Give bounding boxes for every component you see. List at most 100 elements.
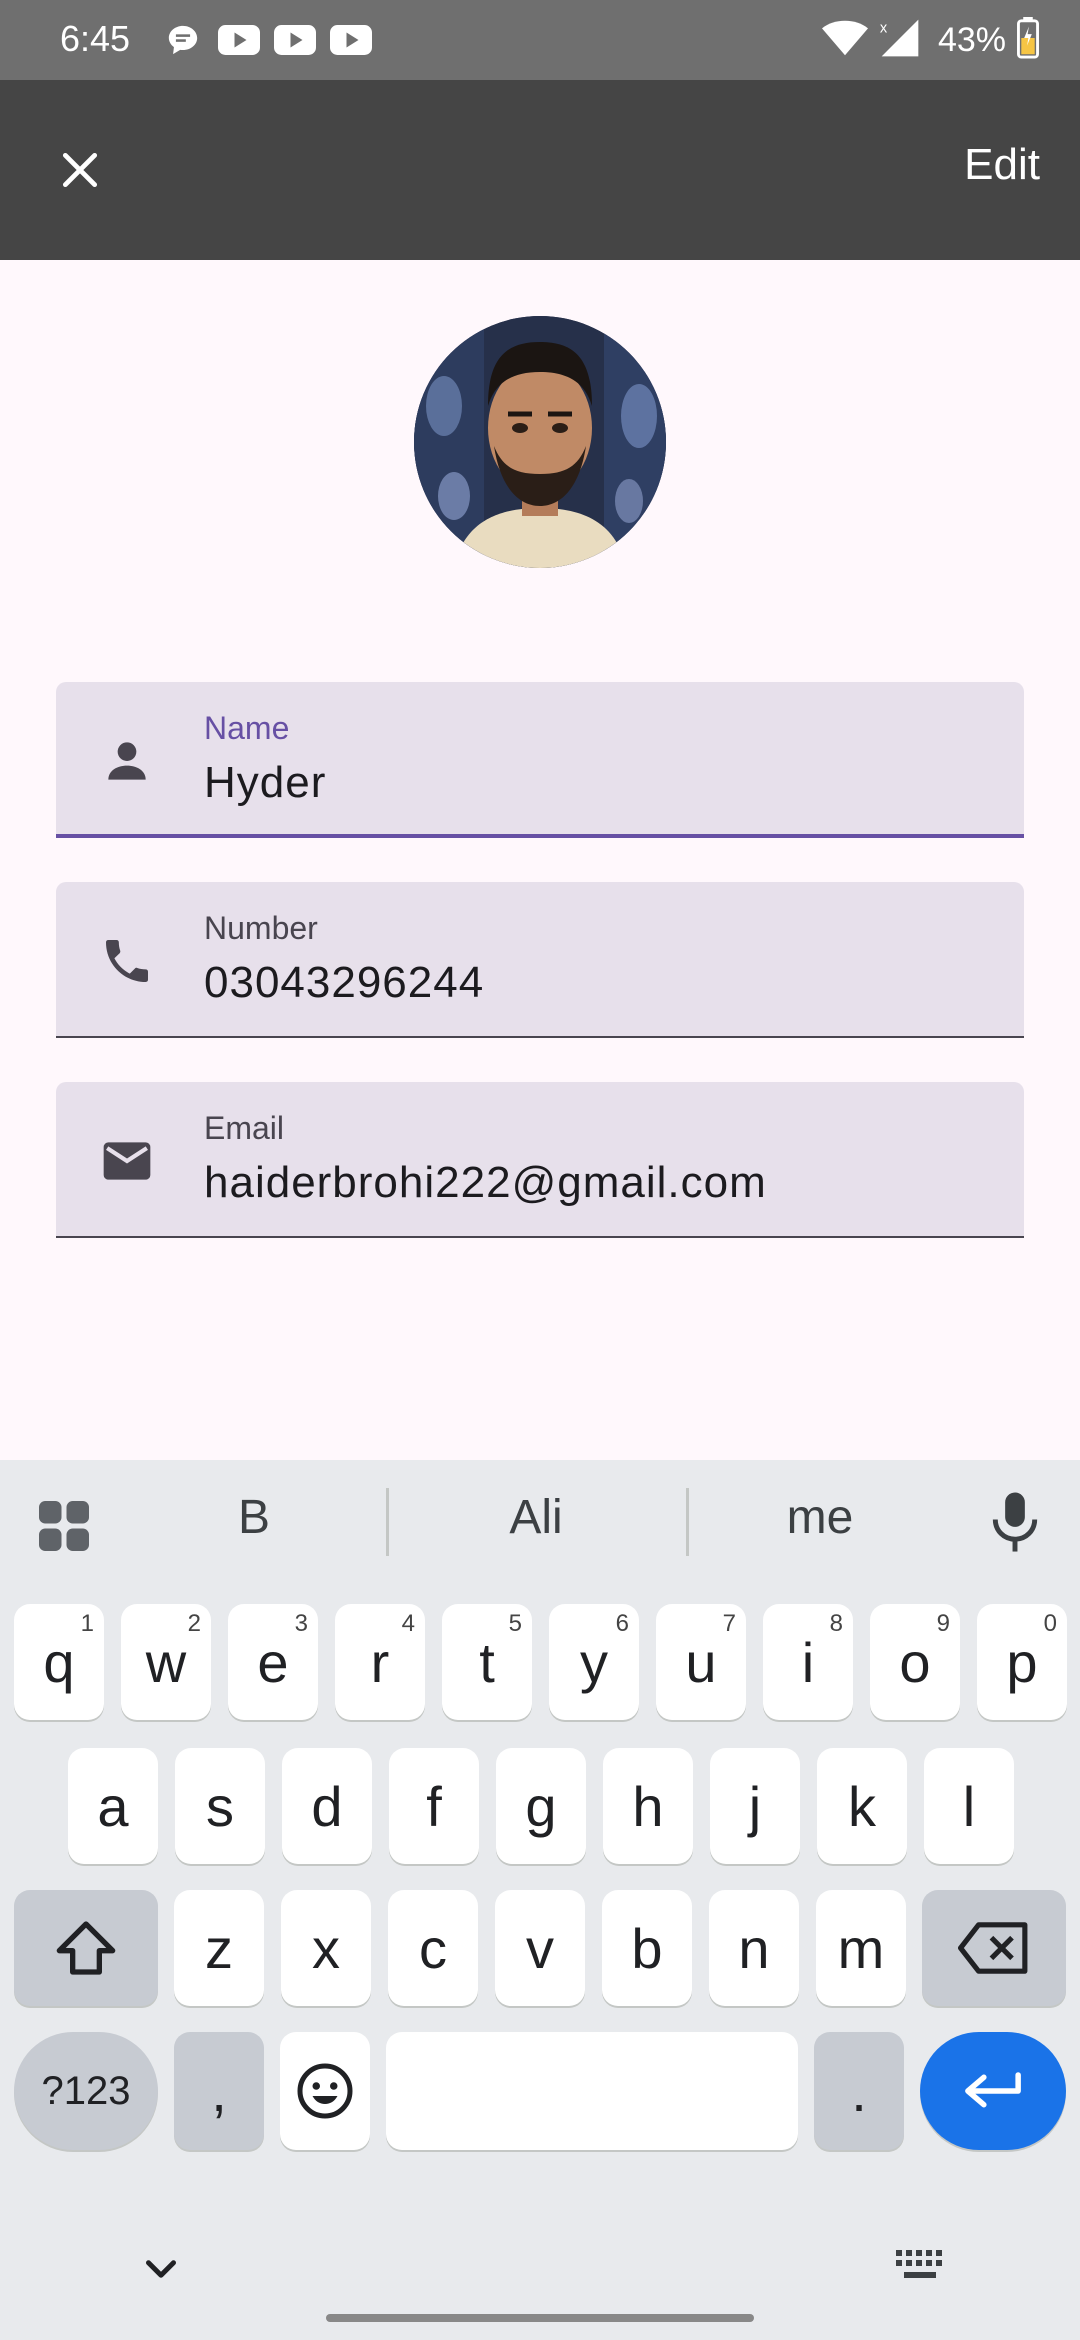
key-p[interactable]: p0 [977, 1604, 1067, 1720]
wifi-icon [821, 18, 868, 63]
key-label: d [311, 1774, 343, 1838]
key-g[interactable]: g [496, 1748, 586, 1864]
key-label: q [43, 1630, 75, 1694]
key-label: s [206, 1774, 234, 1838]
key-label: x [312, 1916, 340, 1980]
status-bar: 6:45 x 43% [0, 0, 1080, 80]
key-l[interactable]: l [924, 1748, 1014, 1864]
backspace-icon [958, 1922, 1028, 1974]
key-t[interactable]: t5 [442, 1604, 532, 1720]
youtube-icon [330, 22, 372, 58]
key-label: u [685, 1630, 717, 1694]
name-field[interactable]: Name Hyder [56, 682, 1024, 838]
key-j[interactable]: j [710, 1748, 800, 1864]
contact-avatar[interactable] [414, 316, 666, 568]
key-label: m [837, 1916, 885, 1980]
key-h[interactable]: h [603, 1748, 693, 1864]
suggestion-divider [686, 1488, 689, 1556]
key-label: g [525, 1774, 557, 1838]
key-hint: 3 [294, 1610, 308, 1637]
key-label: b [631, 1916, 663, 1980]
key-hint: 2 [187, 1610, 201, 1637]
gesture-bar[interactable] [326, 2314, 754, 2322]
notification-icons [162, 22, 372, 58]
key-hint: 4 [401, 1610, 415, 1637]
key-label: c [419, 1916, 447, 1980]
key-q[interactable]: q1 [14, 1604, 104, 1720]
comma-key[interactable]: , [174, 2032, 264, 2150]
shift-key[interactable] [14, 1890, 158, 2006]
key-label: y [580, 1630, 608, 1694]
name-label: Name [204, 710, 290, 746]
key-r[interactable]: r4 [335, 1604, 425, 1720]
key-label: h [632, 1774, 664, 1838]
key-d[interactable]: d [282, 1748, 372, 1864]
number-field[interactable]: Number 03043296244 [56, 882, 1024, 1038]
key-v[interactable]: v [495, 1890, 585, 2006]
key-label: w [145, 1630, 187, 1694]
symbols-key[interactable]: ?123 [14, 2032, 158, 2150]
emoji-key[interactable] [280, 2032, 370, 2150]
key-u[interactable]: u7 [656, 1604, 746, 1720]
name-value[interactable]: Hyder [204, 758, 326, 808]
status-right: x 43% [821, 16, 1040, 65]
close-button[interactable] [40, 130, 120, 210]
app-bar: Edit [0, 80, 1080, 260]
key-label: a [97, 1774, 129, 1838]
key-a[interactable]: a [68, 1748, 158, 1864]
microphone-icon[interactable] [990, 1490, 1040, 1554]
key-y[interactable]: y6 [549, 1604, 639, 1720]
apps-grid-icon[interactable] [34, 1496, 94, 1556]
period-key[interactable]: . [814, 2032, 904, 2150]
key-i[interactable]: i8 [763, 1604, 853, 1720]
key-n[interactable]: n [709, 1890, 799, 2006]
key-label: v [526, 1916, 554, 1980]
youtube-icon [274, 22, 316, 58]
suggestion-3[interactable]: me [700, 1490, 940, 1545]
key-label: p [1006, 1630, 1038, 1694]
signal-icon: x [878, 16, 922, 65]
key-label: o [899, 1630, 931, 1694]
key-hint: 5 [508, 1610, 522, 1637]
key-hint: 8 [829, 1610, 843, 1637]
keyboard-switch-icon[interactable] [894, 2246, 948, 2286]
number-value[interactable]: 03043296244 [204, 958, 484, 1008]
key-z[interactable]: z [174, 1890, 264, 2006]
email-field[interactable]: Email haiderbrohi222@gmail.com [56, 1082, 1024, 1238]
navigation-area [0, 2200, 1080, 2340]
key-s[interactable]: s [175, 1748, 265, 1864]
key-b[interactable]: b [602, 1890, 692, 2006]
hide-keyboard-icon[interactable] [136, 2244, 186, 2294]
suggestion-divider [386, 1488, 389, 1556]
key-e[interactable]: e3 [228, 1604, 318, 1720]
key-c[interactable]: c [388, 1890, 478, 2006]
person-icon [92, 726, 162, 796]
key-k[interactable]: k [817, 1748, 907, 1864]
key-o[interactable]: o9 [870, 1604, 960, 1720]
svg-text:x: x [880, 21, 888, 37]
enter-key[interactable] [920, 2032, 1066, 2150]
key-x[interactable]: x [281, 1890, 371, 2006]
chat-bubble-icon [162, 22, 204, 58]
key-label: f [426, 1774, 442, 1838]
backspace-key[interactable] [922, 1890, 1066, 2006]
key-label: l [962, 1774, 976, 1838]
emoji-icon [297, 2063, 353, 2119]
edit-button[interactable]: Edit [964, 140, 1040, 190]
key-hint: 6 [615, 1610, 629, 1637]
enter-icon [965, 2072, 1021, 2108]
battery-charging-icon [1016, 17, 1040, 64]
email-value[interactable]: haiderbrohi222@gmail.com [204, 1158, 767, 1208]
phone-icon [92, 926, 162, 996]
battery-percent: 43% [937, 21, 1006, 59]
suggestion-1[interactable]: B [134, 1490, 374, 1545]
shift-icon [56, 1921, 116, 1975]
key-w[interactable]: w2 [121, 1604, 211, 1720]
number-label: Number [204, 910, 318, 946]
key-f[interactable]: f [389, 1748, 479, 1864]
suggestion-2[interactable]: Ali [416, 1490, 656, 1545]
key-m[interactable]: m [816, 1890, 906, 2006]
youtube-icon [218, 22, 260, 58]
space-key[interactable] [386, 2032, 798, 2150]
key-label: r [370, 1630, 390, 1694]
